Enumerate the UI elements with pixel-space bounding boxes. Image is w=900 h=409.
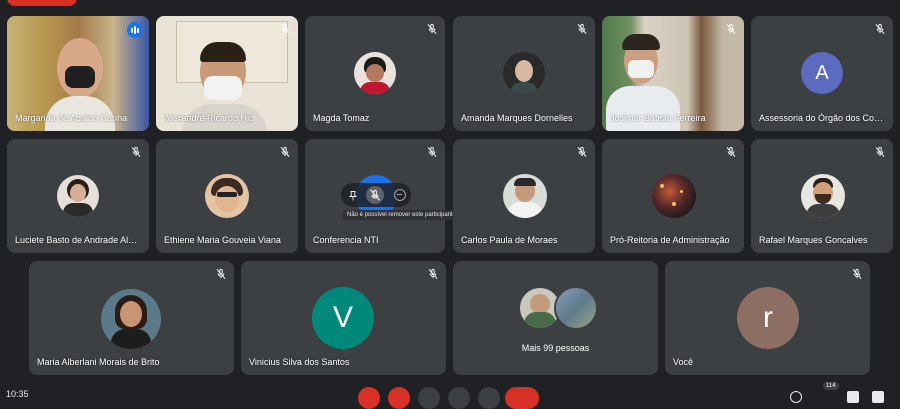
participant-name: Josimar Batista Ferreira [610,113,706,123]
participant-name: Rafael Marques Goncalves [759,235,868,245]
participant-tile[interactable]: Maria Alberlani Morais de Brito [29,261,234,375]
participant-tile[interactable]: Carlos Paula de Moraes [453,139,595,253]
captions-button[interactable] [418,387,440,409]
participant-avatar [57,175,99,217]
mic-off-icon [425,22,439,36]
more-options-icon[interactable] [394,189,406,201]
meeting-time: 10:35 [6,389,29,399]
participant-avatar [503,174,547,218]
mic-off-icon [278,145,292,159]
mic-off-icon [724,22,738,36]
participant-avatar [205,174,249,218]
participants-count-badge: 114 [823,382,839,390]
participant-avatar [554,286,598,330]
mic-off-icon [214,267,228,281]
participant-name: Vinicius Silva dos Santos [249,357,350,367]
mic-off-icon [425,145,439,159]
leave-call-button[interactable] [505,387,539,409]
participant-initial-avatar: r [737,287,799,349]
mask [204,76,242,100]
participant-name: Assessoria do Órgão dos Colegi... [759,113,884,123]
participant-name: Magda Tomaz [313,113,370,123]
mic-off-icon [575,22,589,36]
more-people-label: Mais 99 pessoas [521,343,590,353]
participant-initial-avatar: V [312,287,374,349]
participant-name: Conferencia NTI [313,235,379,245]
mic-off-icon [873,22,887,36]
participant-tile[interactable]: A Assessoria do Órgão dos Colegi... [751,16,893,131]
participant-name: Ethiene Maria Gouveia Viana [164,235,281,245]
present-button[interactable] [448,387,470,409]
participant-tile[interactable]: Luciete Basto de Andrade Albuq... [7,139,149,253]
speaking-indicator-icon [127,22,143,38]
participant-name: Você [673,357,694,367]
mic-off-icon [426,267,440,281]
chat-icon[interactable] [847,391,859,403]
participant-name: Maria Alberlani Morais de Brito [37,357,160,367]
mic-off-icon [278,22,292,36]
mic-off-icon [873,145,887,159]
mic-off-icon [850,267,864,281]
participant-tile[interactable]: Amanda Marques Dornelles [453,16,595,131]
participant-tile[interactable]: Ethiene Maria Gouveia Viana [156,139,298,253]
participant-tile[interactable]: Pró-Reitoria de Administração [602,139,744,253]
participant-avatar [503,52,545,94]
recording-indicator [7,0,77,6]
hair [200,42,246,62]
participant-initial-avatar: A [801,52,843,94]
participant-name: Carlos Paula de Moraes [461,235,558,245]
camera-toggle-button[interactable] [388,387,410,409]
participant-tile[interactable]: Magda Tomaz [305,16,445,131]
participant-tile[interactable]: Josimar Batista Ferreira [602,16,744,131]
participant-avatar [354,52,396,94]
mask [628,60,654,78]
participant-tile[interactable]: Rafael Marques Goncalves [751,139,893,253]
participant-name: Margarida de Aquino Cunha [15,113,128,123]
more-options-button[interactable] [478,387,500,409]
hair [622,34,660,50]
participant-avatar [801,174,845,218]
participant-name: Amanda Marques Dornelles [461,113,573,123]
self-tile[interactable]: r Você [665,261,870,375]
participant-name: Alexandre Ricardo Hid [164,113,255,123]
participant-tile[interactable]: Margarida de Aquino Cunha [7,16,149,131]
info-icon[interactable] [790,391,802,403]
mic-off-icon [724,145,738,159]
participant-tile[interactable]: Alexandre Ricardo Hid [156,16,298,131]
participant-avatar [101,289,161,349]
mic-off-icon [129,145,143,159]
mic-off-icon [575,145,589,159]
shirt [606,86,680,131]
mute-participant-button[interactable] [366,186,384,204]
pin-icon[interactable] [347,189,359,201]
participant-tile[interactable]: V Vinicius Silva dos Santos [241,261,446,375]
activities-icon[interactable] [872,391,884,403]
tooltip: Não é possível remover este participante [343,210,461,220]
participant-name: Pró-Reitoria de Administração [610,235,730,245]
mic-toggle-button[interactable] [358,387,380,409]
participant-tile[interactable]: Conferencia NTI [305,139,445,253]
others-tile[interactable]: Mais 99 pessoas [453,261,658,375]
mask [65,66,95,88]
participant-name: Luciete Basto de Andrade Albuq... [15,235,140,245]
participant-avatar [652,174,696,218]
